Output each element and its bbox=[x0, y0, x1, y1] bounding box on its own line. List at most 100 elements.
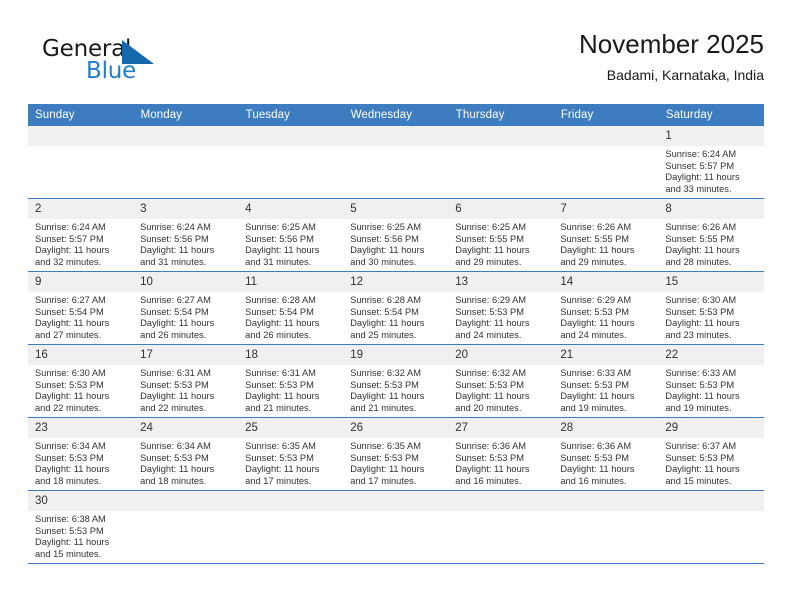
daylight-text-line2: and 31 minutes. bbox=[140, 256, 207, 267]
sunrise-text: Sunrise: 6:26 AM bbox=[560, 222, 632, 232]
daylight-text-line2: and 28 minutes. bbox=[665, 256, 732, 267]
daylight-text-line2: and 21 minutes. bbox=[245, 402, 312, 413]
daylight-text-line1: Daylight: 11 hours bbox=[560, 391, 635, 402]
day-number bbox=[553, 126, 659, 146]
daylight-text-line2: and 19 minutes. bbox=[665, 402, 732, 413]
sunrise-text: Sunrise: 6:27 AM bbox=[140, 295, 211, 305]
day-details: Sunrise: 6:27 AM Sunset: 5:54 PM Daylight:… bbox=[133, 292, 238, 343]
calendar-day-cell[interactable]: 5 Sunrise: 6:25 AM Sunset: 5:56 PM Daylight… bbox=[343, 198, 449, 272]
sunset-text: Sunset: 5:53 PM bbox=[35, 379, 104, 390]
daylight-text-line1: Daylight: 11 hours bbox=[245, 318, 320, 329]
daylight-text-line1: Daylight: 11 hours bbox=[140, 245, 215, 256]
day-details: Sunrise: 6:25 AM Sunset: 5:55 PM Daylight:… bbox=[448, 219, 553, 270]
sunrise-text: Sunrise: 6:28 AM bbox=[350, 295, 421, 305]
calendar-day-cell[interactable]: 6 Sunrise: 6:25 AM Sunset: 5:55 PM Daylight… bbox=[448, 198, 554, 272]
daylight-text-line1: Daylight: 11 hours bbox=[560, 245, 635, 256]
day-details: Sunrise: 6:33 AM Sunset: 5:53 PM Daylight:… bbox=[553, 365, 658, 416]
calendar-day-cell[interactable]: 23 Sunrise: 6:34 AM Sunset: 5:53 PM Dayligh… bbox=[28, 417, 134, 491]
calendar-day-cell[interactable]: 24 Sunrise: 6:34 AM Sunset: 5:53 PM Dayligh… bbox=[133, 417, 239, 491]
daylight-text-line2: and 16 minutes. bbox=[455, 475, 522, 486]
calendar-day-cell[interactable]: 26 Sunrise: 6:35 AM Sunset: 5:53 PM Dayligh… bbox=[343, 417, 449, 491]
sunset-text: Sunset: 5:54 PM bbox=[245, 306, 314, 317]
day-details: Sunrise: 6:38 AM Sunset: 5:53 PM Daylight:… bbox=[28, 511, 133, 562]
calendar-day-cell[interactable]: 25 Sunrise: 6:35 AM Sunset: 5:53 PM Dayligh… bbox=[238, 417, 344, 491]
day-number bbox=[238, 126, 344, 146]
calendar-day-cell[interactable]: 10 Sunrise: 6:27 AM Sunset: 5:54 PM Dayligh… bbox=[133, 271, 239, 345]
calendar-week-row: 30 Sunrise: 6:38 AM Sunset: 5:53 PM Dayligh… bbox=[28, 490, 764, 564]
day-number: 17 bbox=[133, 345, 239, 365]
calendar-day-cell[interactable]: 13 Sunrise: 6:29 AM Sunset: 5:53 PM Dayligh… bbox=[448, 271, 554, 345]
calendar-body: 1 Sunrise: 6:24 AM Sunset: 5:57 PM Daylight… bbox=[28, 126, 764, 564]
daylight-text-line1: Daylight: 11 hours bbox=[35, 391, 110, 402]
calendar-day-cell[interactable]: 17 Sunrise: 6:31 AM Sunset: 5:53 PM Dayligh… bbox=[133, 344, 239, 418]
calendar-day-cell-empty bbox=[343, 490, 449, 564]
sunrise-text: Sunrise: 6:36 AM bbox=[560, 441, 632, 451]
page-subtitle: Badami, Karnataka, India bbox=[606, 67, 764, 83]
daylight-text-line1: Daylight: 11 hours bbox=[350, 318, 425, 329]
calendar-week-row: 2 Sunrise: 6:24 AM Sunset: 5:57 PM Daylight… bbox=[28, 198, 764, 272]
day-number: 27 bbox=[448, 418, 554, 438]
day-details: Sunrise: 6:29 AM Sunset: 5:53 PM Daylight:… bbox=[553, 292, 658, 343]
calendar-day-cell[interactable]: 29 Sunrise: 6:37 AM Sunset: 5:53 PM Dayligh… bbox=[658, 417, 764, 491]
daylight-text-line1: Daylight: 11 hours bbox=[665, 172, 740, 183]
daylight-text-line1: Daylight: 11 hours bbox=[35, 245, 110, 256]
sunset-text: Sunset: 5:53 PM bbox=[455, 306, 524, 317]
sunset-text: Sunset: 5:56 PM bbox=[245, 233, 314, 244]
day-number: 25 bbox=[238, 418, 344, 438]
calendar-day-cell[interactable]: 2 Sunrise: 6:24 AM Sunset: 5:57 PM Daylight… bbox=[28, 198, 134, 272]
calendar-day-cell[interactable]: 27 Sunrise: 6:36 AM Sunset: 5:53 PM Dayligh… bbox=[448, 417, 554, 491]
calendar-day-cell[interactable]: 21 Sunrise: 6:33 AM Sunset: 5:53 PM Dayligh… bbox=[553, 344, 659, 418]
calendar-day-cell[interactable]: 11 Sunrise: 6:28 AM Sunset: 5:54 PM Dayligh… bbox=[238, 271, 344, 345]
day-number bbox=[658, 491, 764, 511]
calendar-day-cell-empty bbox=[133, 490, 239, 564]
calendar-day-cell[interactable]: 16 Sunrise: 6:30 AM Sunset: 5:53 PM Dayligh… bbox=[28, 344, 134, 418]
sunset-text: Sunset: 5:56 PM bbox=[350, 233, 419, 244]
calendar-day-cell-empty bbox=[28, 126, 134, 199]
calendar-day-cell-empty bbox=[658, 490, 764, 564]
daylight-text-line2: and 31 minutes. bbox=[245, 256, 312, 267]
day-details: Sunrise: 6:28 AM Sunset: 5:54 PM Daylight:… bbox=[238, 292, 343, 343]
sunrise-text: Sunrise: 6:35 AM bbox=[245, 441, 316, 451]
calendar-day-cell[interactable]: 9 Sunrise: 6:27 AM Sunset: 5:54 PM Daylight… bbox=[28, 271, 134, 345]
calendar-day-cell[interactable]: 15 Sunrise: 6:30 AM Sunset: 5:53 PM Dayligh… bbox=[658, 271, 764, 345]
sunrise-text: Sunrise: 6:25 AM bbox=[350, 222, 421, 232]
sunset-text: Sunset: 5:53 PM bbox=[350, 379, 419, 390]
calendar-day-cell[interactable]: 19 Sunrise: 6:32 AM Sunset: 5:53 PM Dayligh… bbox=[343, 344, 449, 418]
calendar-day-cell[interactable]: 4 Sunrise: 6:25 AM Sunset: 5:56 PM Daylight… bbox=[238, 198, 344, 272]
sunset-text: Sunset: 5:53 PM bbox=[560, 379, 630, 390]
day-number: 12 bbox=[343, 272, 449, 292]
day-number bbox=[343, 126, 449, 146]
sunset-text: Sunset: 5:55 PM bbox=[455, 233, 524, 244]
calendar-day-cell[interactable]: 1 Sunrise: 6:24 AM Sunset: 5:57 PM Daylight… bbox=[658, 126, 764, 199]
calendar-day-cell[interactable]: 30 Sunrise: 6:38 AM Sunset: 5:53 PM Dayligh… bbox=[28, 490, 134, 564]
day-number: 10 bbox=[133, 272, 239, 292]
sunset-text: Sunset: 5:54 PM bbox=[140, 306, 209, 317]
day-details: Sunrise: 6:31 AM Sunset: 5:53 PM Daylight:… bbox=[133, 365, 238, 416]
day-details: Sunrise: 6:37 AM Sunset: 5:53 PM Daylight:… bbox=[658, 438, 763, 489]
daylight-text-line2: and 26 minutes. bbox=[140, 329, 207, 340]
daylight-text-line2: and 18 minutes. bbox=[35, 475, 102, 486]
day-details: Sunrise: 6:30 AM Sunset: 5:53 PM Daylight:… bbox=[28, 365, 133, 416]
daylight-text-line2: and 15 minutes. bbox=[665, 475, 732, 486]
day-details: Sunrise: 6:34 AM Sunset: 5:53 PM Daylight:… bbox=[28, 438, 133, 489]
calendar-day-cell[interactable]: 3 Sunrise: 6:24 AM Sunset: 5:56 PM Daylight… bbox=[133, 198, 239, 272]
day-details: Sunrise: 6:32 AM Sunset: 5:53 PM Daylight:… bbox=[448, 365, 553, 416]
weekday-header-thursday: Thursday bbox=[448, 104, 554, 126]
day-details: Sunrise: 6:30 AM Sunset: 5:53 PM Daylight:… bbox=[658, 292, 763, 343]
calendar-day-cell[interactable]: 7 Sunrise: 6:26 AM Sunset: 5:55 PM Daylight… bbox=[553, 198, 659, 272]
sunrise-text: Sunrise: 6:25 AM bbox=[455, 222, 527, 232]
calendar-day-cell[interactable]: 8 Sunrise: 6:26 AM Sunset: 5:55 PM Daylight… bbox=[658, 198, 764, 272]
sunrise-text: Sunrise: 6:26 AM bbox=[665, 222, 737, 232]
daylight-text-line1: Daylight: 11 hours bbox=[665, 464, 740, 475]
calendar-day-cell[interactable]: 20 Sunrise: 6:32 AM Sunset: 5:53 PM Dayligh… bbox=[448, 344, 554, 418]
calendar-day-cell[interactable]: 28 Sunrise: 6:36 AM Sunset: 5:53 PM Dayligh… bbox=[553, 417, 659, 491]
calendar-day-cell[interactable]: 18 Sunrise: 6:31 AM Sunset: 5:53 PM Dayligh… bbox=[238, 344, 344, 418]
calendar-day-cell[interactable]: 12 Sunrise: 6:28 AM Sunset: 5:54 PM Dayligh… bbox=[343, 271, 449, 345]
calendar-header-row: Sunday Monday Tuesday Wednesday Thursday… bbox=[28, 104, 765, 126]
calendar-day-cell-empty bbox=[553, 490, 659, 564]
calendar-day-cell[interactable]: 14 Sunrise: 6:29 AM Sunset: 5:53 PM Dayligh… bbox=[553, 271, 659, 345]
brand-logo[interactable]: General Blue bbox=[32, 36, 242, 92]
sunset-text: Sunset: 5:56 PM bbox=[140, 233, 209, 244]
calendar-day-cell[interactable]: 22 Sunrise: 6:33 AM Sunset: 5:53 PM Dayligh… bbox=[658, 344, 764, 418]
sunrise-text: Sunrise: 6:24 AM bbox=[35, 222, 106, 232]
